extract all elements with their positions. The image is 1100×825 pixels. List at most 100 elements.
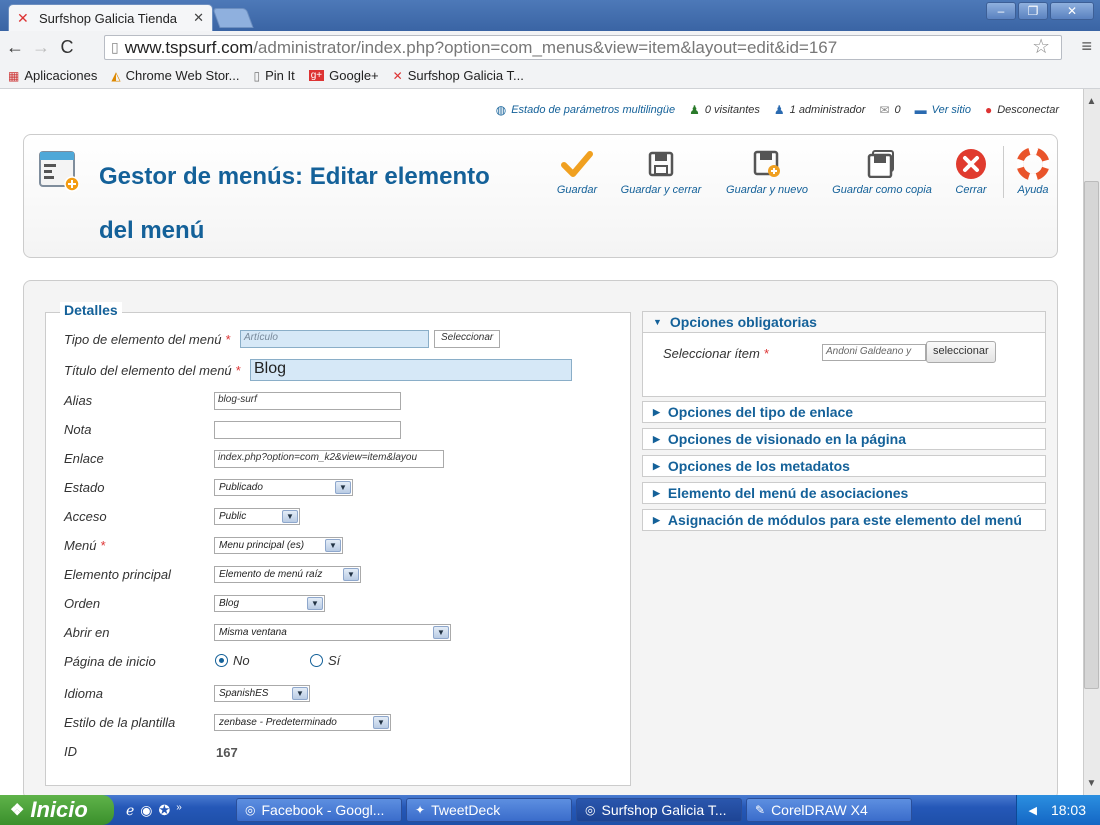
- title-input[interactable]: Blog: [250, 359, 572, 381]
- bookmark-googleplus[interactable]: g+ Google+: [308, 68, 379, 83]
- associations-header[interactable]: ▶ Elemento del menú de asociaciones: [642, 482, 1046, 504]
- bookmark-star-icon[interactable]: ☆: [1032, 34, 1050, 59]
- title-label: Título del elemento del menú *: [64, 363, 241, 378]
- scroll-up-icon[interactable]: ▲: [1084, 94, 1099, 109]
- start-button[interactable]: ❖ Inicio: [0, 795, 114, 825]
- link-input[interactable]: index.php?option=com_k2&view=item&layou: [214, 450, 444, 468]
- scroll-down-icon[interactable]: ▼: [1084, 776, 1099, 791]
- windows-logo-icon: ❖: [10, 802, 25, 819]
- chevron-down-icon: ▼: [335, 481, 351, 494]
- clock: 18:03: [1050, 802, 1086, 818]
- id-label: ID: [64, 744, 77, 759]
- task-facebook[interactable]: ◎ Facebook - Googl...: [236, 798, 402, 822]
- triangle-right-icon: ▶: [653, 406, 660, 417]
- task-tweetdeck[interactable]: ✦ TweetDeck: [406, 798, 572, 822]
- browser-tab[interactable]: ✕ Surfshop Galicia Tienda ✕: [8, 4, 213, 31]
- order-label: Orden: [64, 596, 101, 611]
- chevron-down-icon: ▼: [343, 568, 359, 581]
- ie-icon[interactable]: ℯ: [126, 802, 134, 819]
- page-display-options-header[interactable]: ▶ Opciones de visionado en la página: [642, 428, 1046, 450]
- reload-icon[interactable]: C: [56, 37, 78, 58]
- view-site-link[interactable]: ▬ Ver sitio: [915, 103, 971, 117]
- tray-expand-icon[interactable]: ◀: [1028, 804, 1036, 817]
- bookmark-webstore[interactable]: ◭ Chrome Web Stor...: [111, 68, 239, 83]
- browser-menu-icon[interactable]: ≡: [1081, 36, 1092, 57]
- admin-status-bar: ◍ Estado de parámetros multilingüe ♟ 0 vis…: [0, 96, 1083, 124]
- bookmark-apps[interactable]: ▦ Aplicaciones: [8, 68, 97, 83]
- new-tab-button[interactable]: [212, 8, 254, 28]
- mail-icon: ✉: [879, 103, 890, 117]
- alias-input[interactable]: blog-surf: [214, 392, 401, 410]
- menu-select[interactable]: Menu principal (es) ▼: [214, 537, 343, 554]
- close-button[interactable]: Cerrar: [952, 148, 990, 196]
- apps-grid-icon: ▦: [8, 68, 20, 83]
- url-path: /administrator/index.php?option=com_menu…: [253, 37, 838, 57]
- triangle-down-icon: ▼: [653, 317, 662, 327]
- note-input[interactable]: [214, 421, 401, 439]
- task-coreldraw[interactable]: ✎ CorelDRAW X4: [746, 798, 912, 822]
- home-yes-radio[interactable]: Sí: [310, 653, 340, 668]
- close-tab-icon[interactable]: ✕: [193, 10, 204, 26]
- menu-label: Menú *: [64, 538, 106, 553]
- floppy-disk-add-icon: [721, 148, 813, 180]
- address-bar[interactable]: ▯ www.tspsurf.com /administrator/index.p…: [104, 35, 1062, 60]
- save-copy-button[interactable]: Guardar como copia: [826, 148, 938, 196]
- lifebuoy-icon: [1013, 148, 1053, 180]
- link-type-options-header[interactable]: ▶ Opciones del tipo de enlace: [642, 401, 1046, 423]
- app-icon[interactable]: ✪: [159, 802, 171, 819]
- surfshop-favicon-icon: ✕: [392, 68, 403, 83]
- help-button[interactable]: Ayuda: [1013, 148, 1053, 196]
- alias-label: Alias: [64, 393, 93, 408]
- state-select[interactable]: Publicado ▼: [214, 479, 353, 496]
- template-select[interactable]: zenbase - Predeterminado ▼: [214, 714, 391, 731]
- module-assignment-header[interactable]: ▶ Asignación de módulos para este element…: [642, 509, 1046, 531]
- parent-select[interactable]: Elemento de menú raíz ▼: [214, 566, 361, 583]
- chevron-down-icon: ▼: [325, 539, 341, 552]
- window-close-button[interactable]: ✕: [1050, 2, 1094, 20]
- visitors-status: ♟ 0 visitantes: [689, 103, 760, 117]
- media-icon[interactable]: ◉: [140, 802, 152, 819]
- coreldraw-icon: ✎: [755, 803, 766, 817]
- home-no-radio[interactable]: No: [215, 653, 250, 668]
- overflow-icon[interactable]: »: [176, 802, 182, 819]
- order-select[interactable]: Blog ▼: [214, 595, 325, 612]
- language-select[interactable]: SpanishES ▼: [214, 685, 310, 702]
- multilang-status[interactable]: ◍ Estado de parámetros multilingüe: [496, 103, 675, 117]
- save-button[interactable]: Guardar: [553, 148, 601, 196]
- save-close-button[interactable]: Guardar y cerrar: [615, 148, 707, 196]
- logout-link[interactable]: ● Desconectar: [985, 103, 1059, 117]
- radio-empty-icon: [310, 654, 323, 667]
- bookmark-pinit[interactable]: ▯ Pin It: [254, 68, 295, 83]
- save-new-button[interactable]: Guardar y nuevo: [721, 148, 813, 196]
- url-host: www.tspsurf.com: [124, 37, 254, 57]
- triangle-right-icon: ▶: [653, 433, 660, 444]
- scrollbar-thumb[interactable]: [1084, 181, 1099, 689]
- monitor-icon: ▬: [914, 103, 927, 117]
- select-type-button[interactable]: Seleccionar: [434, 330, 501, 348]
- template-label: Estilo de la plantilla: [64, 715, 176, 730]
- tab-title: Surfshop Galicia Tienda: [39, 10, 178, 26]
- task-surfshop[interactable]: ◎ Surfshop Galicia T...: [576, 798, 742, 822]
- metadata-options-header[interactable]: ▶ Opciones de los metadatos: [642, 455, 1046, 477]
- select-item-button[interactable]: seleccionar: [926, 341, 996, 363]
- windows-taskbar: ❖ Inicio ℯ ◉ ✪ » ◎ Facebook - Googl... ✦ Tw…: [0, 795, 1100, 825]
- open-in-label: Abrir en: [64, 625, 110, 640]
- messages-status[interactable]: ✉ 0: [879, 103, 900, 117]
- chevron-down-icon: ▼: [282, 510, 298, 523]
- admin-user-icon: ♟: [773, 103, 785, 117]
- page-icon: ▯: [111, 39, 119, 55]
- triangle-right-icon: ▶: [653, 460, 660, 471]
- forward-icon[interactable]: →: [30, 37, 52, 58]
- note-label: Nota: [64, 422, 92, 437]
- triangle-right-icon: ▶: [653, 514, 660, 525]
- maximize-button[interactable]: ❐: [1018, 2, 1048, 20]
- id-value: 167: [216, 745, 238, 760]
- required-options-header[interactable]: ▼ Opciones obligatorias: [642, 311, 1046, 333]
- cancel-icon: [952, 148, 990, 180]
- open-in-select[interactable]: Misma ventana ▼: [214, 624, 451, 641]
- chevron-down-icon: ▼: [307, 597, 323, 610]
- access-select[interactable]: Public ▼: [214, 508, 300, 525]
- minimize-button[interactable]: –: [986, 2, 1016, 20]
- back-icon[interactable]: ←: [4, 37, 26, 58]
- bookmark-surfshop[interactable]: ✕ Surfshop Galicia T...: [393, 68, 524, 83]
